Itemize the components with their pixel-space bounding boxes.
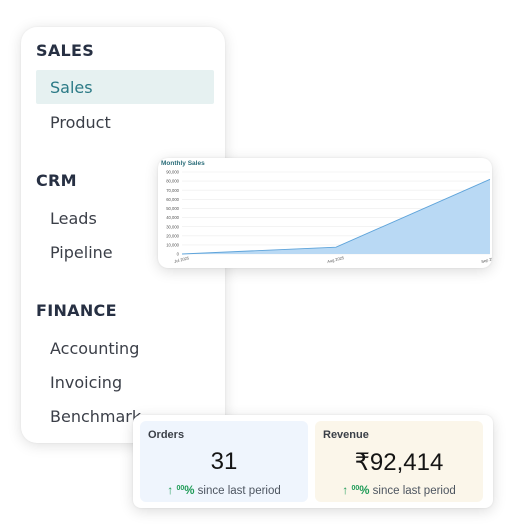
chart-title: Monthly Sales [161, 160, 205, 167]
section-title-crm: CRM [36, 171, 77, 190]
y-tick-label: 90,000 [166, 170, 179, 175]
y-tick-label: 70,000 [166, 188, 179, 193]
orders-trend-text: since last period [194, 485, 281, 497]
orders-value: 31 [210, 448, 238, 475]
revenue-label: Revenue [323, 429, 369, 441]
monthly-sales-chart: Monthly Sales 90,000 80,000 70,000 60,000 50… [161, 160, 492, 264]
y-tick-label: 80,000 [166, 179, 179, 184]
section-title-finance: FINANCE [36, 301, 117, 320]
sidebar-item-product[interactable]: Product [36, 105, 214, 139]
monthly-sales-chart-card: Monthly Sales 90,000 80,000 70,000 60,000 50… [158, 158, 492, 268]
sidebar-item-accounting[interactable]: Accounting [36, 331, 214, 365]
y-tick-label: 30,000 [166, 224, 179, 229]
orders-stat: Orders 31 ↑ 00% since last period [140, 421, 308, 502]
chart-x-axis: Jul 2025 Aug 2025 Sep 2025 [174, 255, 492, 264]
x-tick-label: Aug 2025 [327, 255, 346, 264]
sidebar-item-invoicing[interactable]: Invoicing [36, 365, 214, 399]
chart-y-axis: 90,000 80,000 70,000 60,000 50,000 40,000 30,0… [166, 170, 179, 257]
y-tick-label: 20,000 [166, 233, 179, 238]
revenue-trend-percent: 00% [351, 485, 370, 497]
y-tick-label: 50,000 [166, 206, 179, 211]
y-tick-label: 60,000 [166, 197, 179, 202]
arrow-up-icon: ↑ [167, 483, 174, 497]
revenue-value: ₹92,414 [354, 449, 444, 476]
sidebar-item-sales[interactable]: Sales [36, 70, 214, 104]
arrow-up-icon: ↑ [342, 483, 349, 497]
revenue-stat: Revenue ₹92,414 ↑ 00% since last period [315, 421, 483, 502]
stats-card: Orders 31 ↑ 00% since last period Revenu… [133, 415, 493, 508]
revenue-trend-text: since last period [369, 485, 456, 497]
x-tick-label: Sep 2025 [481, 255, 492, 264]
section-title-sales: SALES [36, 41, 95, 60]
orders-trend-percent: 00% [176, 485, 195, 497]
y-tick-label: 0 [177, 252, 180, 257]
orders-label: Orders [148, 429, 185, 441]
y-tick-label: 10,000 [166, 242, 179, 247]
y-tick-label: 40,000 [166, 215, 179, 220]
revenue-trend: ↑ 00% since last period [315, 483, 483, 497]
orders-trend: ↑ 00% since last period [140, 483, 308, 497]
